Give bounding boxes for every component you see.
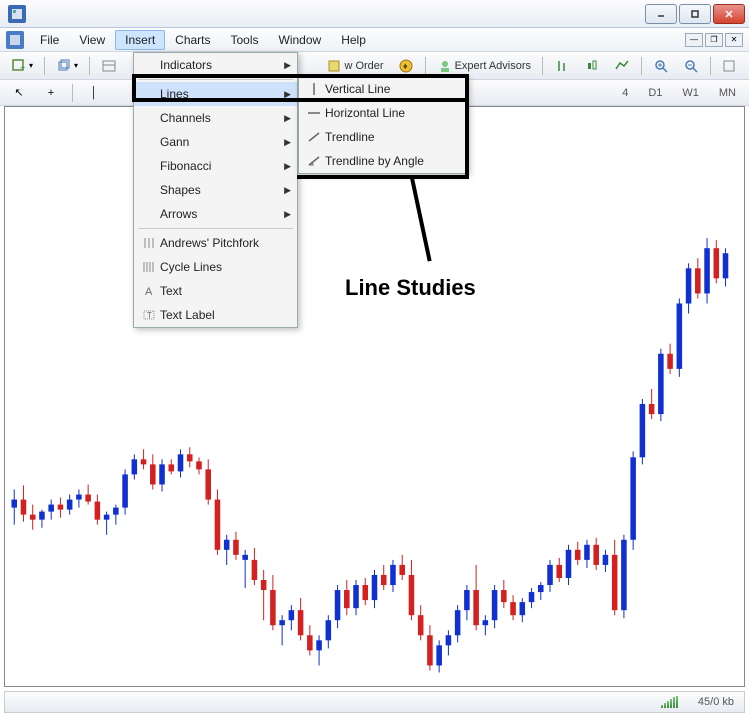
- menu-window[interactable]: Window: [269, 30, 332, 50]
- child-restore-button[interactable]: ❐: [705, 33, 723, 47]
- connection-bars-icon: [661, 696, 678, 708]
- insert-menu-item-shapes[interactable]: Shapes▶: [134, 178, 297, 202]
- menu-item-label: Gann: [160, 135, 284, 149]
- cycle-icon: [138, 258, 160, 276]
- lines-submenu-item-horizontal-line[interactable]: Horizontal Line: [299, 101, 467, 125]
- insert-menu-item-lines[interactable]: Lines▶: [134, 82, 297, 106]
- timeframe-d1[interactable]: D1: [641, 84, 669, 102]
- submenu-arrow-icon: ▶: [284, 60, 291, 71]
- submenu-arrow-icon: ▶: [284, 89, 291, 100]
- menu-item-label: Shapes: [160, 183, 284, 197]
- close-button[interactable]: [713, 4, 745, 24]
- menu-item-label: Text Label: [160, 308, 291, 322]
- hline-icon: [303, 104, 325, 122]
- profiles-button[interactable]: ▾: [51, 55, 83, 77]
- line-chart-button[interactable]: [609, 55, 635, 77]
- expert-advisors-button[interactable]: Expert Advisors: [432, 55, 536, 77]
- timeframe-w1[interactable]: W1: [675, 84, 706, 102]
- vline-icon: [303, 80, 325, 98]
- window-titlebar: [0, 0, 749, 28]
- lines-submenu-item-trendline-by-angle[interactable]: Trendline by Angle: [299, 149, 467, 173]
- maximize-button[interactable]: [679, 4, 711, 24]
- menu-view[interactable]: View: [69, 30, 115, 50]
- submenu-arrow-icon: ▶: [284, 161, 291, 172]
- cursor-button[interactable]: ↖: [6, 82, 32, 104]
- menu-charts[interactable]: Charts: [165, 30, 220, 50]
- insert-menu-item-text-label[interactable]: T Text Label: [134, 303, 297, 327]
- timeframe-h4[interactable]: 4: [615, 84, 635, 102]
- status-bar: 45/0 kb: [4, 691, 745, 713]
- svg-text:T: T: [147, 311, 152, 320]
- submenu-item-label: Horizontal Line: [325, 106, 461, 120]
- menu-tools[interactable]: Tools: [221, 30, 269, 50]
- menu-item-label: Arrows: [160, 207, 284, 221]
- insert-menu-item-text[interactable]: A Text: [134, 279, 297, 303]
- svg-text:A: A: [145, 286, 153, 298]
- submenu-item-label: Trendline: [325, 130, 461, 144]
- market-watch-button[interactable]: [96, 55, 122, 77]
- insert-menu-item-fibonacci[interactable]: Fibonacci▶: [134, 154, 297, 178]
- submenu-item-label: Trendline by Angle: [325, 154, 461, 168]
- menu-item-label: Fibonacci: [160, 159, 284, 173]
- meta-button[interactable]: ♦: [393, 55, 419, 77]
- trendangle-icon: [303, 152, 325, 170]
- submenu-arrow-icon: ▶: [284, 209, 291, 220]
- candlestick-chart: [5, 107, 744, 686]
- autoscroll-button[interactable]: [717, 55, 743, 77]
- child-minimize-button[interactable]: —: [685, 33, 703, 47]
- menu-item-label: Cycle Lines: [160, 260, 291, 274]
- trend-icon: [303, 128, 325, 146]
- candle-chart-button[interactable]: [579, 55, 605, 77]
- pitchfork-icon: [138, 234, 160, 252]
- insert-menu-item-arrows[interactable]: Arrows▶: [134, 202, 297, 226]
- menubar: File View Insert Charts Tools Window Hel…: [0, 28, 749, 52]
- insert-menu-item-gann[interactable]: Gann▶: [134, 130, 297, 154]
- zoom-out-button[interactable]: [678, 55, 704, 77]
- insert-menu-item-cycle-lines[interactable]: Cycle Lines: [134, 255, 297, 279]
- text-icon: A: [138, 282, 160, 300]
- svg-text:+: +: [20, 63, 25, 73]
- insert-dropdown-menu: Indicators▶Lines▶Channels▶Gann▶Fibonacci…: [133, 52, 298, 328]
- submenu-arrow-icon: ▶: [284, 113, 291, 124]
- lines-submenu-item-vertical-line[interactable]: Vertical Line: [299, 77, 467, 101]
- timeframe-mn[interactable]: MN: [712, 84, 743, 102]
- status-kb-label: 45/0 kb: [698, 696, 734, 708]
- submenu-arrow-icon: ▶: [284, 137, 291, 148]
- bar-chart-button[interactable]: [549, 55, 575, 77]
- insert-menu-item-indicators[interactable]: Indicators▶: [134, 53, 297, 77]
- svg-text:♦: ♦: [403, 61, 408, 71]
- minimize-button[interactable]: [645, 4, 677, 24]
- menu-item-label: Indicators: [160, 58, 284, 72]
- menu-file[interactable]: File: [30, 30, 69, 50]
- menu-insert[interactable]: Insert: [115, 30, 165, 50]
- chart-area[interactable]: [4, 106, 745, 687]
- child-close-button[interactable]: ✕: [725, 33, 743, 47]
- menu-help[interactable]: Help: [331, 30, 376, 50]
- vline-button[interactable]: │: [81, 82, 107, 104]
- insert-menu-item-andrews-pitchfork[interactable]: Andrews' Pitchfork: [134, 231, 297, 255]
- submenu-item-label: Vertical Line: [325, 82, 461, 96]
- insert-menu-item-channels[interactable]: Channels▶: [134, 106, 297, 130]
- lines-submenu: Vertical Line Horizontal Line Trendline Tre…: [298, 76, 468, 174]
- textlabel-icon: T: [138, 306, 160, 324]
- menu-item-label: Text: [160, 284, 291, 298]
- menu-item-label: Lines: [160, 87, 284, 101]
- app-small-icon: [6, 31, 24, 49]
- menu-item-label: Channels: [160, 111, 284, 125]
- app-icon: [8, 5, 26, 23]
- new-chart-button[interactable]: +▾: [6, 55, 38, 77]
- lines-submenu-item-trendline[interactable]: Trendline: [299, 125, 467, 149]
- crosshair-button[interactable]: +: [38, 82, 64, 104]
- submenu-arrow-icon: ▶: [284, 185, 291, 196]
- zoom-in-button[interactable]: [648, 55, 674, 77]
- menu-item-label: Andrews' Pitchfork: [160, 236, 291, 250]
- new-order-button[interactable]: w Order: [321, 55, 388, 77]
